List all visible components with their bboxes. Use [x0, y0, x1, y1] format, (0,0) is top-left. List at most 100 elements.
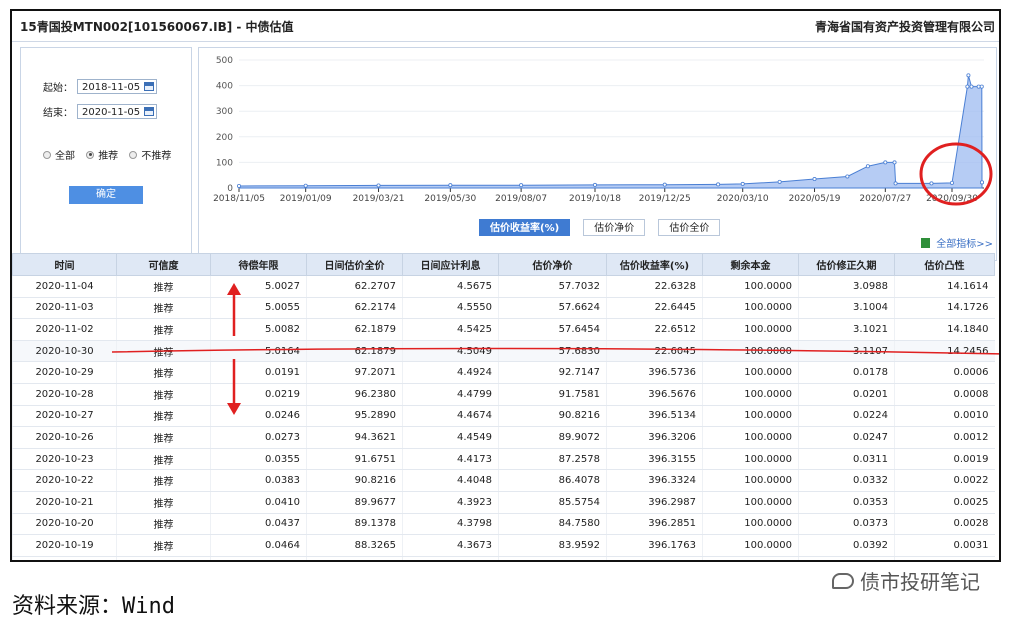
table-cell: 2020-10-19 [12, 534, 117, 557]
tab-full-price[interactable]: 估价全价 [658, 219, 721, 236]
tab-net-price[interactable]: 估价净价 [583, 219, 646, 236]
data-point[interactable] [662, 182, 667, 187]
table-row[interactable]: 2020-10-21 推荐 0.0410 89.9677 4.3923 85.5754 39… [12, 491, 995, 514]
radio-recommended[interactable]: 推荐 [86, 147, 118, 162]
credibility-radio-group: 全部 推荐 不推荐 [43, 147, 179, 162]
data-point[interactable] [376, 183, 381, 188]
data-point[interactable] [883, 160, 888, 165]
x-tick-label: 2020/07/27 [859, 194, 911, 204]
excel-icon[interactable] [921, 238, 931, 248]
column-header[interactable]: 可信度 [116, 253, 211, 276]
data-point[interactable] [950, 180, 955, 185]
table-row[interactable]: 2020-11-04 推荐 5.0027 62.2707 4.5675 57.7032 22… [12, 275, 995, 298]
table-cell: 91.7581 [498, 383, 607, 406]
data-point[interactable] [237, 183, 242, 188]
table-cell: 62.2174 [306, 297, 403, 320]
table-cell: 90.8216 [498, 405, 607, 428]
table-cell: 3.1107 [798, 340, 895, 363]
table-row[interactable]: 2020-10-29 推荐 0.0191 97.2071 4.4924 92.7147 39… [12, 361, 995, 384]
column-header[interactable]: 时间 [12, 253, 117, 276]
table-row[interactable]: 2020-11-03 推荐 5.0055 62.2174 4.5550 57.6624 22… [12, 297, 995, 320]
table-row[interactable]: 2020-10-30 推荐 5.0164 62.1879 4.5049 57.6830 22… [12, 340, 995, 363]
data-point[interactable] [448, 183, 453, 188]
column-header[interactable]: 剩余本金 [702, 253, 799, 276]
data-point[interactable] [592, 182, 597, 187]
table-cell: 2020-10-22 [12, 469, 117, 492]
table-cell: 85.9658 [306, 556, 403, 560]
table-cell: 95.2890 [306, 405, 403, 428]
all-indicators-link[interactable]: 全部指标>> [921, 235, 993, 250]
column-header[interactable]: 日间应计利息 [402, 253, 499, 276]
table-row[interactable]: 2020-10-19 推荐 0.0464 88.3265 4.3673 83.9592 39… [12, 534, 995, 557]
radio-not-recommended[interactable]: 不推荐 [129, 147, 171, 162]
table-cell: 0.0191 [210, 361, 307, 384]
end-row: 结束： [43, 104, 77, 119]
data-point[interactable] [980, 180, 985, 185]
data-point[interactable] [865, 164, 870, 169]
data-point[interactable] [965, 84, 970, 89]
data-point[interactable] [303, 183, 308, 188]
table-cell: 0.0246 [210, 405, 307, 428]
table-cell: 2020-10-23 [12, 448, 117, 471]
x-tick-label: 2020/03/10 [717, 194, 769, 204]
column-header[interactable]: 待偿年限 [210, 253, 307, 276]
table-cell: 396.5736 [606, 361, 703, 384]
confirm-button[interactable]: 确定 [69, 186, 143, 204]
radio-dot[interactable] [86, 150, 95, 159]
table-cell: 2020-11-02 [12, 318, 117, 341]
table-row[interactable]: 2020-10-26 推荐 0.0273 94.3621 4.4549 89.9072 39… [12, 426, 995, 449]
data-point[interactable] [812, 177, 817, 182]
table-row[interactable]: 2020-10-22 推荐 0.0383 90.8216 4.4048 86.4078 39… [12, 469, 995, 492]
calendar-icon[interactable] [144, 107, 154, 116]
data-point[interactable] [716, 182, 721, 187]
y-tick-label: 400 [216, 82, 233, 92]
calendar-icon[interactable] [144, 82, 154, 91]
table-cell: 0.0028 [894, 513, 995, 536]
column-header[interactable]: 估价净价 [498, 253, 607, 276]
table-cell: 0.0410 [210, 491, 307, 514]
x-tick-label: 2019/05/30 [424, 194, 476, 204]
data-point[interactable] [740, 181, 745, 186]
table-cell: 2020-11-04 [12, 275, 117, 298]
column-header[interactable]: 日间估价全价 [306, 253, 403, 276]
x-tick-label: 2019/10/18 [569, 194, 621, 204]
data-point[interactable] [893, 181, 898, 186]
radio-dot[interactable] [129, 150, 138, 159]
data-point[interactable] [519, 183, 524, 188]
column-header[interactable]: 估价凸性 [894, 253, 995, 276]
chat-bubble-icon [832, 572, 854, 589]
table-cell: 0.0247 [798, 426, 895, 449]
table-cell: 2020-10-26 [12, 426, 117, 449]
data-point[interactable] [845, 174, 850, 179]
end-label: 结束： [43, 108, 73, 119]
data-point[interactable] [777, 179, 782, 184]
table-row[interactable]: 2020-10-28 推荐 0.0219 96.2380 4.4799 91.7581 39… [12, 383, 995, 406]
table-cell: 2020-10-20 [12, 513, 117, 536]
table-row[interactable]: 2020-10-27 推荐 0.0246 95.2890 4.4674 90.8216 39… [12, 405, 995, 428]
radio-all[interactable]: 全部 [43, 147, 75, 162]
data-point[interactable] [979, 84, 984, 89]
table-cell: 100.0000 [702, 513, 799, 536]
table-cell: 94.3621 [306, 426, 403, 449]
table-cell: 90.8216 [306, 469, 403, 492]
start-date-input[interactable]: 2018-11-05 [77, 79, 157, 94]
table-cell: 4.4924 [402, 361, 499, 384]
data-point[interactable] [966, 73, 971, 78]
tab-yield[interactable]: 估价收益率(%) [479, 219, 571, 236]
column-header[interactable]: 估价修正久期 [798, 253, 895, 276]
radio-dot[interactable] [43, 150, 51, 159]
column-header[interactable]: 估价收益率(%) [606, 253, 703, 276]
table-cell: 4.5550 [402, 297, 499, 320]
data-point[interactable] [929, 181, 934, 186]
table-cell: 0.0311 [798, 448, 895, 471]
end-date-input[interactable]: 2020-11-05 [77, 104, 157, 119]
table-row[interactable]: 2020-10-16推荐0.054685.96584.329781.636139… [12, 556, 995, 560]
table-row[interactable]: 2020-10-20 推荐 0.0437 89.1378 4.3798 84.7580 39… [12, 513, 995, 536]
table-cell: 推荐 [116, 340, 211, 363]
data-point[interactable] [892, 160, 897, 165]
filter-panel: 起始： 2018-11-05 结束： 2020-11-05 全部 推荐 不推荐 … [20, 47, 192, 261]
table-row[interactable]: 2020-11-02 推荐 5.0082 62.1879 4.5425 57.6454 22… [12, 318, 995, 341]
data-point[interactable] [969, 84, 974, 89]
table-cell: 推荐 [116, 426, 211, 449]
table-row[interactable]: 2020-10-23 推荐 0.0355 91.6751 4.4173 87.2578 39… [12, 448, 995, 471]
